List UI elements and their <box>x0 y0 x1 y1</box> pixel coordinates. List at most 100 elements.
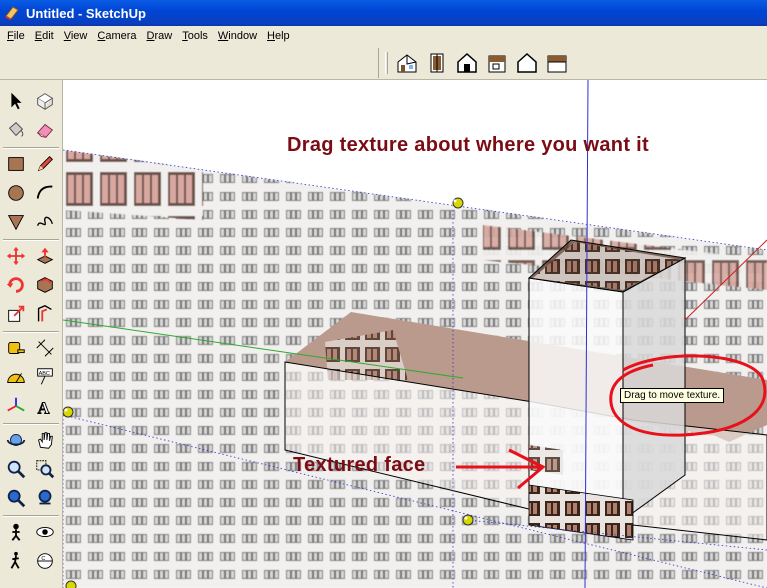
position-camera-tool-button[interactable] <box>3 519 29 545</box>
pan-icon <box>38 432 53 449</box>
orbit-tool-button[interactable] <box>3 427 29 453</box>
iso-view-button[interactable] <box>392 49 422 77</box>
menu-tools[interactable]: Tools <box>177 30 213 42</box>
tools-palette: ABC A C <box>0 80 63 588</box>
zoom-extents-icon <box>7 489 26 508</box>
menu-label-rest: indow <box>228 30 258 42</box>
rotate-icon <box>6 277 24 293</box>
tape-measure-tool-button[interactable] <box>3 335 29 361</box>
pencil-tool-button[interactable] <box>32 151 58 177</box>
circle-icon <box>8 185 24 201</box>
toolbar-grip[interactable] <box>385 52 388 74</box>
dimension-icon <box>36 339 54 357</box>
left-view-button[interactable] <box>542 49 572 77</box>
freehand-icon <box>36 216 54 226</box>
menu-edit[interactable]: Edit <box>30 30 59 42</box>
window-title: Untitled - SketchUp <box>26 5 146 21</box>
tool-group-separator <box>3 239 59 241</box>
menu-help[interactable]: Help <box>262 30 295 42</box>
zoom-window-icon <box>36 460 55 479</box>
texture-pin-bottom-left[interactable] <box>65 580 77 588</box>
rotate-tool-button[interactable] <box>3 272 29 298</box>
menu-camera[interactable]: Camera <box>92 30 141 42</box>
protractor-tool-button[interactable] <box>3 364 29 390</box>
3d-text-icon: A <box>37 398 50 417</box>
section-plane-icon: C <box>37 553 53 569</box>
freehand-tool-button[interactable] <box>32 209 58 235</box>
menu-file[interactable]: File <box>2 30 30 42</box>
texture-pin-top[interactable] <box>452 197 464 209</box>
top-view-button[interactable] <box>422 49 452 77</box>
menu-bar: File Edit View Camera Draw Tools Window Help <box>0 26 767 46</box>
paint-bucket-tool-button[interactable] <box>3 117 29 143</box>
follow-me-icon <box>37 277 53 293</box>
iso-view-icon <box>397 54 417 73</box>
right-view-icon <box>488 55 506 73</box>
move-tool-button[interactable] <box>3 243 29 269</box>
texture-pin-bottom[interactable] <box>462 514 474 526</box>
orbit-icon <box>6 434 26 446</box>
eraser-tool-button[interactable] <box>32 117 58 143</box>
section-plane-tool-button[interactable]: C <box>32 548 58 574</box>
look-around-icon <box>36 526 54 538</box>
move-icon <box>6 246 26 266</box>
facade-upper-band <box>63 150 203 220</box>
menu-window[interactable]: Window <box>213 30 262 42</box>
zoom-tool-button[interactable] <box>3 456 29 482</box>
axes-tool-button[interactable] <box>3 393 29 419</box>
3d-text-tool-button[interactable]: A <box>32 393 58 419</box>
upper-block-front[interactable] <box>528 277 624 521</box>
right-view-button[interactable] <box>482 49 512 77</box>
tool-group-separator <box>3 331 59 333</box>
position-camera-icon <box>11 523 21 541</box>
back-view-button[interactable] <box>512 49 542 77</box>
top-view-icon <box>430 53 444 73</box>
make-component-tool-button[interactable] <box>32 88 58 114</box>
menu-label-rest: amera <box>105 30 137 42</box>
zoom-window-tool-button[interactable] <box>32 456 58 482</box>
menu-accelerator: H <box>267 30 275 42</box>
protractor-icon <box>7 373 25 383</box>
texture-pin-left[interactable] <box>63 406 74 418</box>
pan-tool-button[interactable] <box>32 427 58 453</box>
tool-group-separator <box>3 515 59 517</box>
svg-text:A: A <box>38 398 50 417</box>
rectangle-icon <box>8 157 24 171</box>
left-view-icon <box>547 55 567 73</box>
previous-view-tool-button[interactable] <box>32 485 58 511</box>
tooltip: Drag to move texture. <box>620 388 725 403</box>
offset-icon <box>37 304 52 322</box>
look-around-tool-button[interactable] <box>32 519 58 545</box>
push-pull-tool-button[interactable] <box>32 243 58 269</box>
arc-tool-button[interactable] <box>32 180 58 206</box>
menu-view[interactable]: View <box>59 30 93 42</box>
menu-label-rest: ools <box>187 30 208 42</box>
drawing-viewport[interactable]: Drag texture about where you want it Tex… <box>63 80 767 588</box>
arc-icon <box>36 185 53 199</box>
circle-tool-button[interactable] <box>3 180 29 206</box>
rectangle-tool-button[interactable] <box>3 151 29 177</box>
menu-label-rest: iew <box>70 30 88 42</box>
scale-tool-button[interactable] <box>3 301 29 327</box>
title-bar[interactable]: Untitled - SketchUp <box>0 0 767 26</box>
annotation-drag-texture: Drag texture about where you want it <box>287 134 649 156</box>
offset-tool-button[interactable] <box>32 301 58 327</box>
pencil-icon <box>37 156 53 172</box>
menu-label-rest: raw <box>154 30 173 42</box>
walk-tool-button[interactable] <box>3 548 29 574</box>
select-arrow-icon <box>11 92 22 110</box>
paint-bucket-icon <box>8 122 24 137</box>
top-toolbar <box>0 46 767 80</box>
text-tool-button[interactable]: ABC <box>32 364 58 390</box>
front-view-button[interactable] <box>452 49 482 77</box>
polygon-tool-button[interactable] <box>3 209 29 235</box>
menu-draw[interactable]: Draw <box>142 30 178 42</box>
select-arrow-tool-button[interactable] <box>3 88 29 114</box>
dimension-tool-button[interactable] <box>32 335 58 361</box>
zoom-extents-tool-button[interactable] <box>3 485 29 511</box>
scale-icon <box>8 305 25 322</box>
follow-me-tool-button[interactable] <box>32 272 58 298</box>
tool-group-separator <box>3 423 59 425</box>
menu-accelerator: W <box>217 30 229 42</box>
menu-label-rest: ile <box>13 30 25 42</box>
